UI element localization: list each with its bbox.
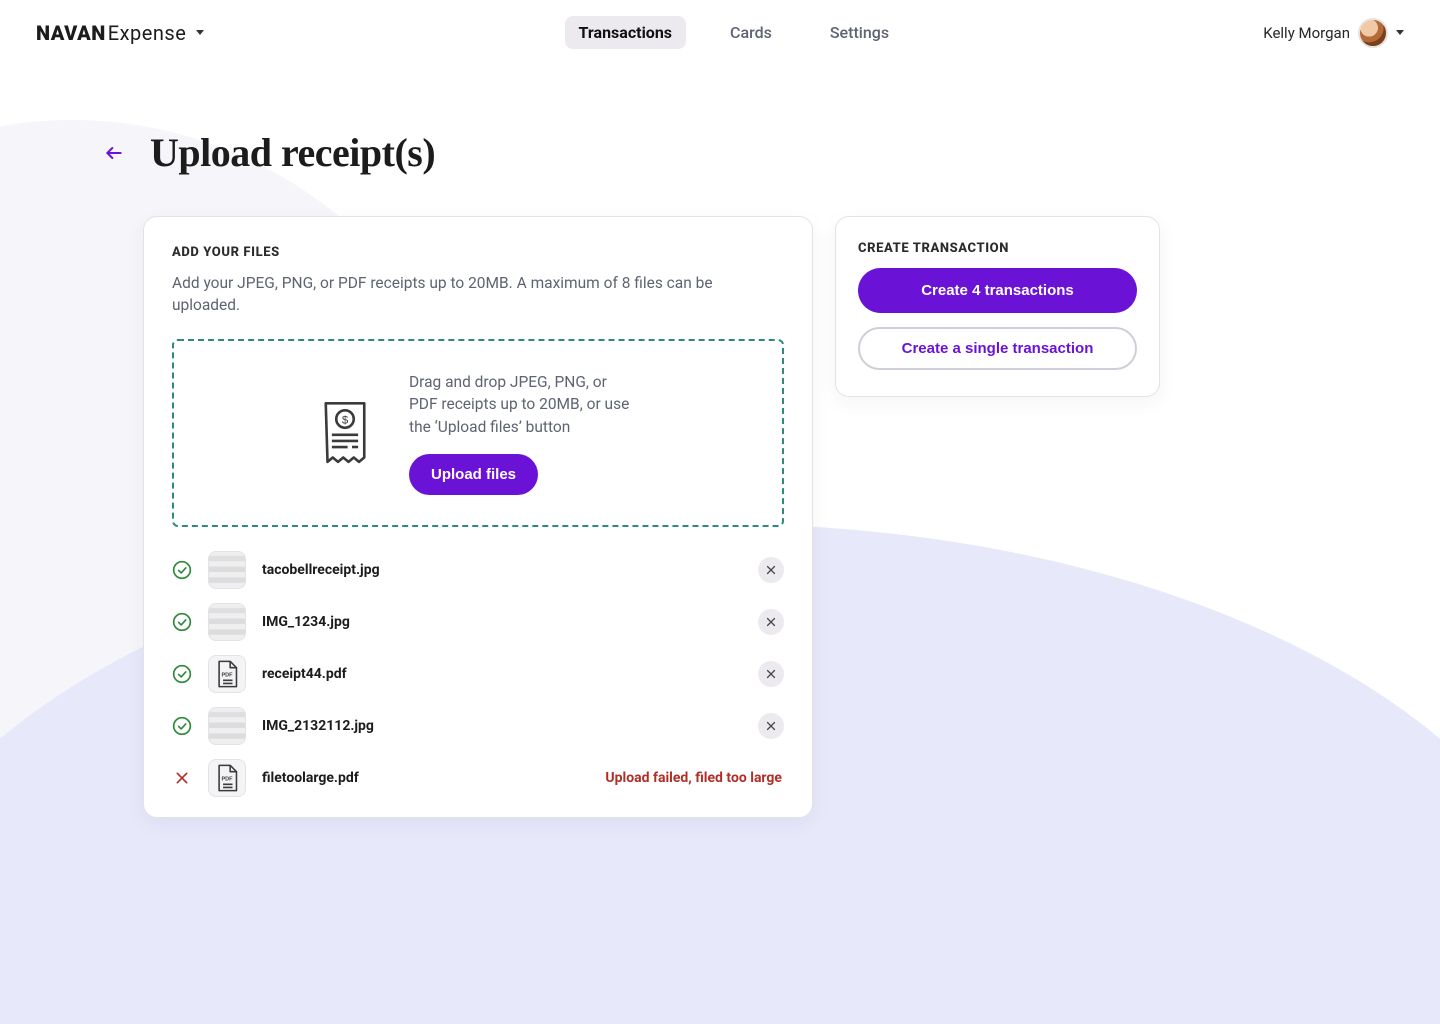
user-name: Kelly Morgan xyxy=(1263,24,1350,42)
avatar xyxy=(1358,18,1388,48)
check-circle-icon xyxy=(172,612,192,632)
file-name: IMG_1234.jpg xyxy=(262,614,742,630)
top-bar: NAVANExpense Transactions Cards Settings… xyxy=(0,0,1440,61)
chevron-down-icon xyxy=(1396,30,1404,35)
user-menu[interactable]: Kelly Morgan xyxy=(1263,18,1404,48)
file-name: receipt44.pdf xyxy=(262,666,742,682)
pdf-file-icon: PDF xyxy=(208,759,246,797)
check-circle-icon xyxy=(172,664,192,684)
file-dropzone[interactable]: $ Drag and drop JPEG, PNG, or PDF receip… xyxy=(172,339,784,527)
brand-name: NAVAN xyxy=(36,21,106,45)
arrow-left-icon xyxy=(104,143,124,163)
svg-text:PDF: PDF xyxy=(221,777,233,783)
brand-logo: NAVANExpense xyxy=(36,21,186,45)
image-thumbnail xyxy=(208,603,246,641)
file-error-message: Upload failed, filed too large xyxy=(605,770,784,786)
file-name: tacobellreceipt.jpg xyxy=(262,562,742,578)
upload-section-title: ADD YOUR FILES xyxy=(172,245,784,260)
primary-nav: Transactions Cards Settings xyxy=(565,16,904,49)
file-name: IMG_2132112.jpg xyxy=(262,718,742,734)
receipt-icon: $ xyxy=(317,398,373,468)
file-row: IMG_2132112.jpg xyxy=(172,707,784,745)
back-button[interactable] xyxy=(100,139,128,167)
brand-switcher[interactable]: NAVANExpense xyxy=(36,21,204,45)
remove-file-button[interactable] xyxy=(758,609,784,635)
file-name: filetoolarge.pdf xyxy=(262,770,589,786)
svg-text:$: $ xyxy=(342,415,349,427)
file-row: PDF filetoolarge.pdf Upload failed, filed … xyxy=(172,759,784,797)
tab-settings[interactable]: Settings xyxy=(816,16,903,49)
pdf-file-icon: PDF xyxy=(208,655,246,693)
error-icon xyxy=(172,768,192,788)
image-thumbnail xyxy=(208,707,246,745)
create-multiple-transactions-button[interactable]: Create 4 transactions xyxy=(858,268,1137,313)
upload-hint: Add your JPEG, PNG, or PDF receipts up t… xyxy=(172,272,784,317)
check-circle-icon xyxy=(172,560,192,580)
image-thumbnail xyxy=(208,551,246,589)
chevron-down-icon xyxy=(196,30,204,35)
svg-text:PDF: PDF xyxy=(221,673,233,679)
remove-file-button[interactable] xyxy=(758,661,784,687)
brand-product: Expense xyxy=(108,21,187,45)
file-row: PDF receipt44.pdf xyxy=(172,655,784,693)
upload-card: ADD YOUR FILES Add your JPEG, PNG, or PD… xyxy=(143,216,813,818)
tab-transactions[interactable]: Transactions xyxy=(565,16,687,49)
tab-cards[interactable]: Cards xyxy=(716,16,786,49)
file-row: IMG_1234.jpg xyxy=(172,603,784,641)
file-list: tacobellreceipt.jpg IMG_1234.jpg PDF receip… xyxy=(172,551,784,797)
remove-file-button[interactable] xyxy=(758,713,784,739)
remove-file-button[interactable] xyxy=(758,557,784,583)
upload-files-button[interactable]: Upload files xyxy=(409,454,538,495)
create-transaction-card: CREATE TRANSACTION Create 4 transactions… xyxy=(835,216,1160,397)
dropzone-text: Drag and drop JPEG, PNG, or PDF receipts… xyxy=(409,371,639,438)
file-row: tacobellreceipt.jpg xyxy=(172,551,784,589)
create-section-title: CREATE TRANSACTION xyxy=(858,241,1137,256)
page-title: Upload receipt(s) xyxy=(150,129,435,176)
create-single-transaction-button[interactable]: Create a single transaction xyxy=(858,327,1137,370)
check-circle-icon xyxy=(172,716,192,736)
